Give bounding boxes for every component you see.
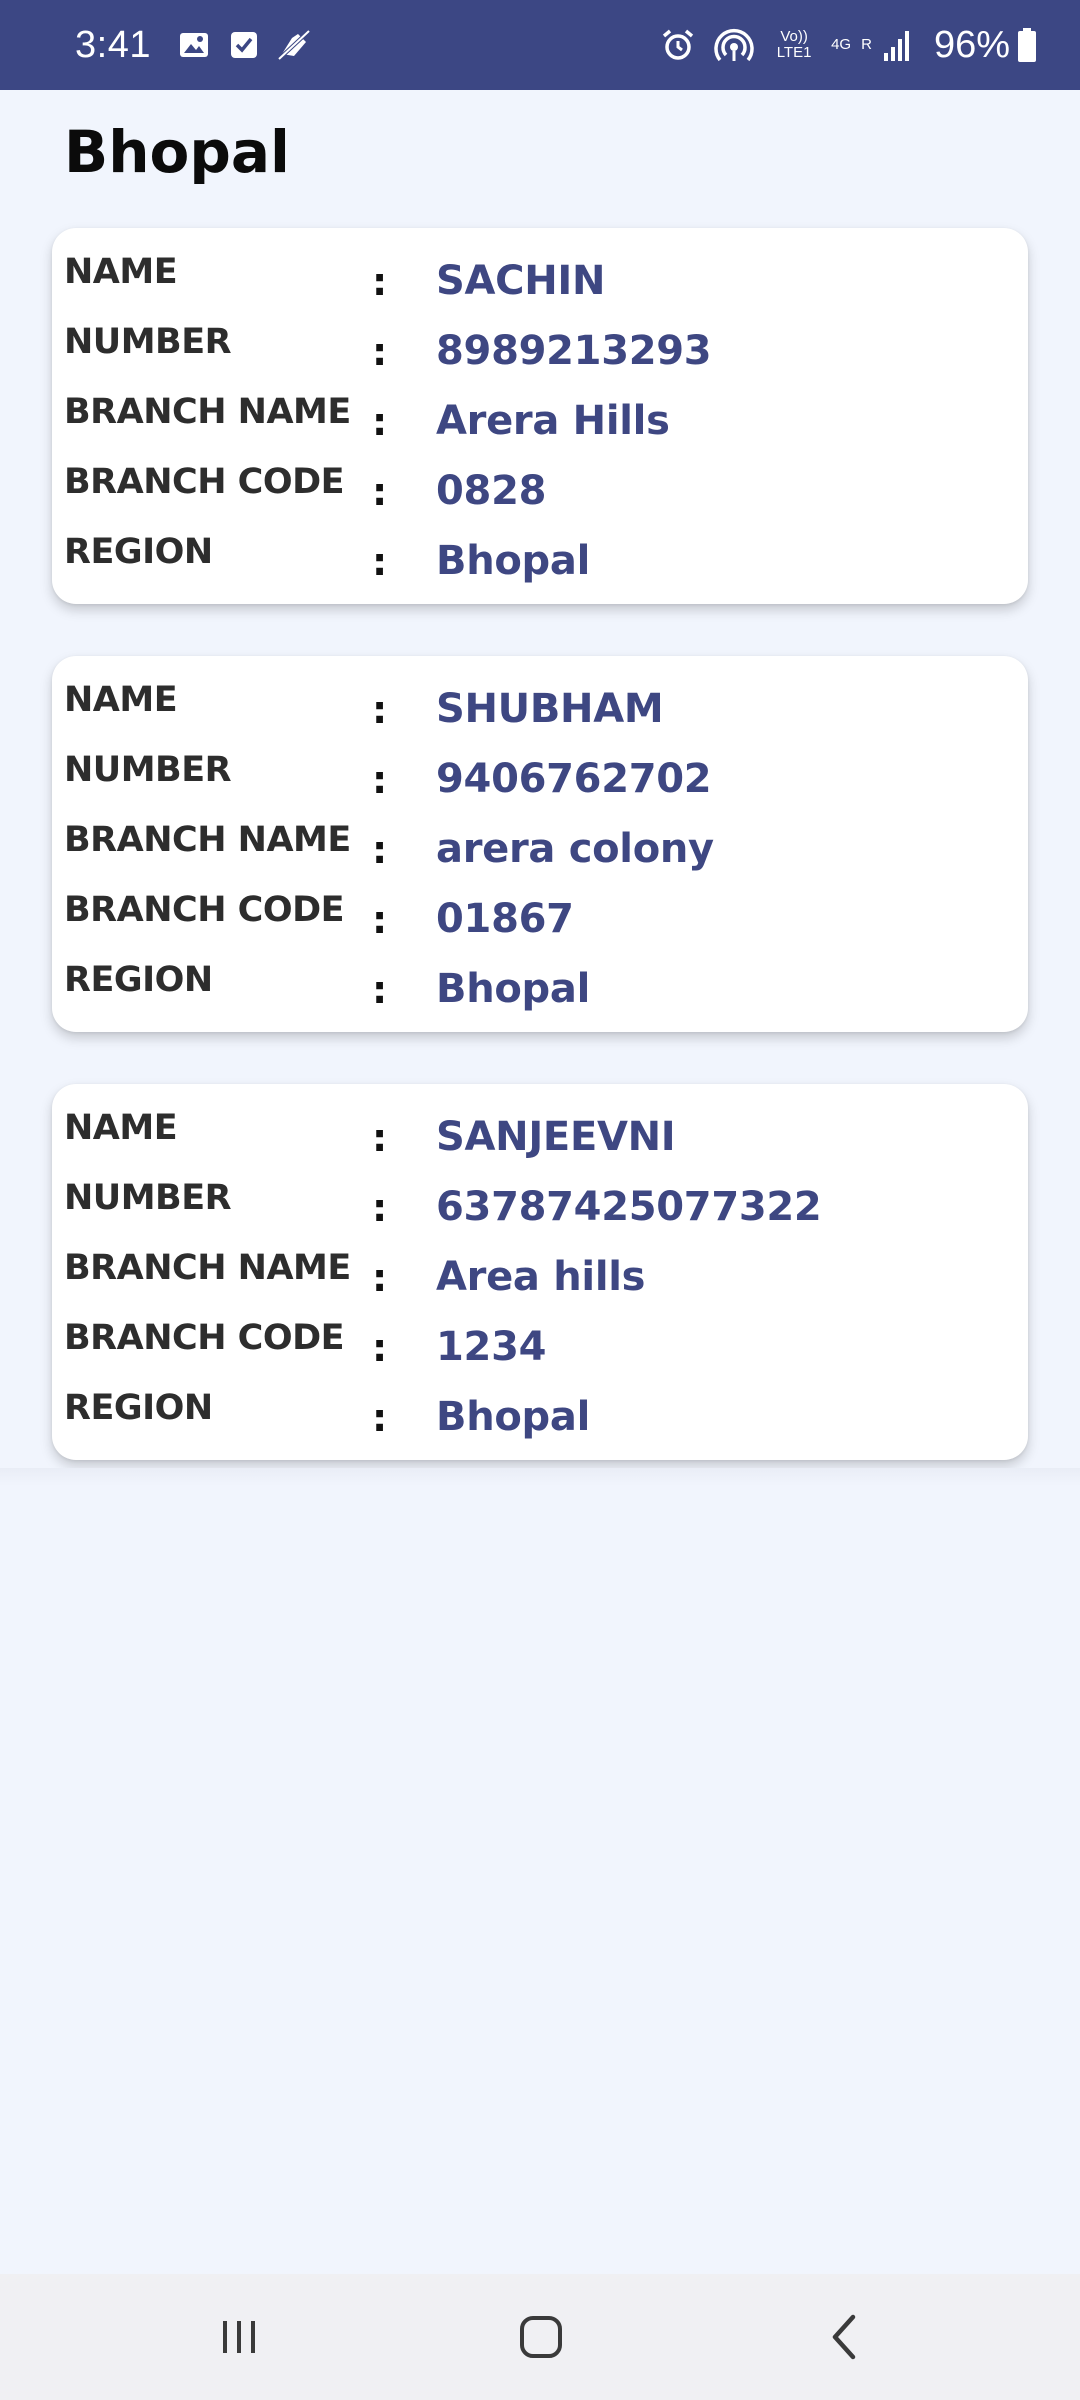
volte-indicator: Vo)) LTE1 [776,28,812,61]
branch-code-label: BRANCH CODE [64,890,345,930]
branch-name-label: BRANCH NAME [64,820,351,860]
region-row: REGION : Bhopal [52,960,1028,1030]
number-row: NUMBER : 9406762702 [52,750,1028,820]
separator: : [372,898,388,942]
status-time: 3:41 [75,23,151,66]
branch-code-value: 01867 [436,896,574,942]
number-label: NUMBER [64,322,232,362]
branch-name-row: BRANCH NAME : Arera Hills [52,392,1028,462]
status-right: Vo)) LTE1 4G R 96% [645,0,1040,90]
branch-name-label: BRANCH NAME [64,392,351,432]
branch-code-label: BRANCH CODE [64,462,345,502]
number-label: NUMBER [64,750,232,790]
name-label: NAME [64,1108,178,1148]
recent-apps-button[interactable] [204,2302,274,2372]
separator: : [372,330,388,374]
region-row: REGION : Bhopal [52,532,1028,602]
separator: : [372,400,388,444]
contact-card[interactable]: NAME : SACHIN NUMBER : 8989213293 BRANCH… [52,228,1028,604]
number-row: NUMBER : 8989213293 [52,322,1028,392]
battery-percentage: 96% [933,23,1010,66]
separator: : [372,758,388,802]
separator: : [372,1396,388,1440]
list-bottom-edge [0,1468,1080,1486]
recent-apps-icon [223,2321,255,2353]
status-left: 3:41 [75,0,317,90]
separator: : [372,470,388,514]
no-flash-icon [271,22,317,68]
branch-code-value: 0828 [436,468,547,514]
alarm-icon [655,22,701,68]
separator: : [372,1256,388,1300]
contact-card[interactable]: NAME : SHUBHAM NUMBER : 9406762702 BRANC… [52,656,1028,1032]
number-row: NUMBER : 63787425077322 [52,1178,1028,1248]
battery-icon [1014,22,1040,68]
region-row: REGION : Bhopal [52,1388,1028,1458]
separator: : [372,968,388,1012]
branch-code-row: BRANCH CODE : 0828 [52,462,1028,532]
separator: : [372,1326,388,1370]
name-label: NAME [64,680,178,720]
separator: : [372,688,388,732]
branch-name-row: BRANCH NAME : Area hills [52,1248,1028,1318]
branch-code-value: 1234 [436,1324,547,1370]
name-row: NAME : SACHIN [52,252,1028,322]
branch-code-row: BRANCH CODE : 01867 [52,890,1028,960]
branch-name-value: Area hills [436,1254,646,1300]
branch-code-label: BRANCH CODE [64,1318,345,1358]
region-value: Bhopal [436,538,590,584]
roaming-indicator: R [861,36,872,53]
separator: : [372,828,388,872]
region-label: REGION [64,960,213,1000]
number-value[interactable]: 8989213293 [436,328,712,374]
back-button[interactable] [810,2302,880,2372]
back-icon [832,2314,856,2360]
name-label: NAME [64,252,178,292]
separator: : [372,540,388,584]
region-label: REGION [64,1388,213,1428]
home-icon [520,2316,562,2358]
number-value[interactable]: 9406762702 [436,756,712,802]
name-row: NAME : SHUBHAM [52,680,1028,750]
branch-name-row: BRANCH NAME : arera colony [52,820,1028,890]
number-label: NUMBER [64,1178,232,1218]
name-value: SHUBHAM [436,686,664,732]
separator: : [372,260,388,304]
navigation-bar [0,2274,1080,2400]
region-label: REGION [64,532,213,572]
contact-card[interactable]: NAME : SANJEEVNI NUMBER : 63787425077322… [52,1084,1028,1460]
image-icon [171,22,217,68]
hotspot-icon [711,22,757,68]
branch-name-label: BRANCH NAME [64,1248,351,1288]
checkbox-icon [221,22,267,68]
number-value[interactable]: 63787425077322 [436,1184,822,1230]
status-bar: 3:41 Vo)) LTE1 4G R 96% [0,0,1080,90]
home-button[interactable] [506,2302,576,2372]
separator: : [372,1116,388,1160]
region-value: Bhopal [436,966,590,1012]
name-row: NAME : SANJEEVNI [52,1108,1028,1178]
branch-name-value: Arera Hills [436,398,670,444]
separator: : [372,1186,388,1230]
name-value: SANJEEVNI [436,1114,676,1160]
name-value: SACHIN [436,258,606,304]
branch-code-row: BRANCH CODE : 1234 [52,1318,1028,1388]
network-type: 4G [831,36,852,53]
signal-icon [874,22,920,68]
branch-name-value: arera colony [436,826,714,872]
region-value: Bhopal [436,1394,590,1440]
page-title: Bhopal [64,118,290,186]
